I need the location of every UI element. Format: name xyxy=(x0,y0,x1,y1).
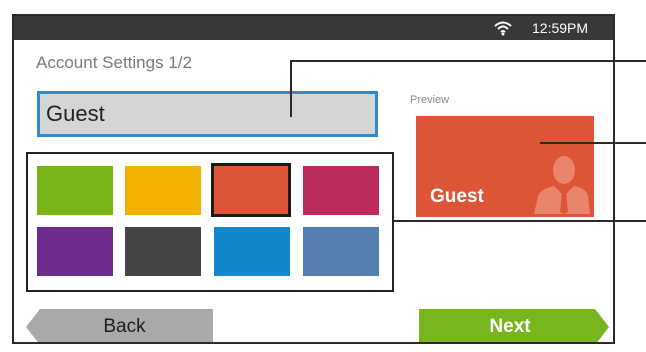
next-button-label: Next xyxy=(489,316,531,337)
callout-line-name-field xyxy=(290,60,646,62)
account-name-input[interactable]: Guest xyxy=(37,91,378,137)
color-swatch[interactable] xyxy=(303,166,379,215)
color-swatch[interactable] xyxy=(125,166,201,215)
wifi-icon xyxy=(494,21,512,36)
color-swatch[interactable] xyxy=(37,227,113,276)
callout-line-preview xyxy=(540,142,646,144)
color-swatch[interactable] xyxy=(211,163,291,217)
status-bar: 12:59PM xyxy=(14,16,613,40)
color-swatch[interactable] xyxy=(37,166,113,215)
device-screen: 12:59PM Account Settings 1/2 Guest Previ… xyxy=(12,14,615,344)
next-button[interactable]: Next xyxy=(419,309,609,342)
status-time: 12:59PM xyxy=(532,20,589,36)
back-button[interactable]: Back xyxy=(26,309,213,342)
person-silhouette-icon xyxy=(534,156,590,214)
color-swatch[interactable] xyxy=(214,227,290,276)
color-palette xyxy=(26,152,394,292)
callout-line-name-field xyxy=(290,60,292,117)
preview-tile: Guest xyxy=(416,116,594,217)
preview-name: Guest xyxy=(430,186,484,207)
callout-line-palette xyxy=(392,220,646,222)
color-swatch[interactable] xyxy=(303,227,379,276)
preview-label: Preview xyxy=(410,94,450,106)
page-title: Account Settings 1/2 xyxy=(36,53,192,72)
color-swatch[interactable] xyxy=(125,227,201,276)
back-button-label: Back xyxy=(103,316,146,337)
